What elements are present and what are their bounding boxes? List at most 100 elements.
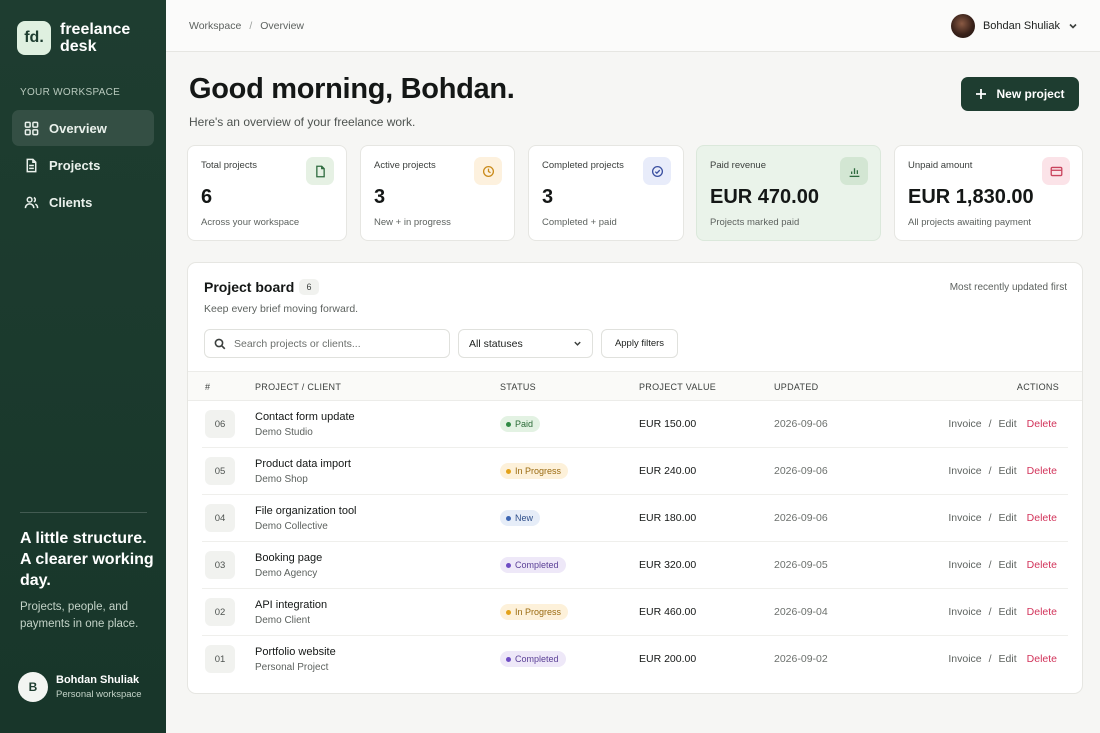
sidebar-user-subtitle: Personal workspace <box>56 689 142 700</box>
grid-icon <box>24 121 39 135</box>
status-dot <box>506 609 511 615</box>
invoice-link[interactable]: Invoice <box>948 465 981 477</box>
bar-chart-icon <box>849 167 859 177</box>
updated-date: 2026-09-06 <box>774 465 828 477</box>
user-menu[interactable]: Bohdan Shuliak <box>950 14 1078 38</box>
row-number: 02 <box>205 598 235 626</box>
apply-filters-button[interactable]: Apply filters <box>601 329 678 358</box>
status-dot <box>506 562 511 568</box>
user-name: Bohdan Shuliak <box>982 20 1060 32</box>
column-header-actions: ACTIONS <box>1016 382 1059 392</box>
status-dot <box>506 468 511 474</box>
status-badge: New <box>500 510 541 526</box>
delete-link[interactable]: Delete <box>1027 418 1057 430</box>
row-actions: Invoice / Edit Delete <box>948 465 1057 477</box>
delete-link[interactable]: Delete <box>1027 512 1057 524</box>
edit-link[interactable]: Edit <box>999 465 1017 477</box>
search-input[interactable] <box>234 337 434 350</box>
invoice-link[interactable]: Invoice <box>948 606 981 618</box>
new-project-label: New project <box>996 87 1065 101</box>
delete-link[interactable]: Delete <box>1027 606 1057 618</box>
delete-link[interactable]: Delete <box>1027 559 1057 571</box>
plus-icon <box>976 89 987 99</box>
action-separator: / <box>988 418 992 430</box>
table-row[interactable]: 06 Contact form update Demo Studio Paid EUR … <box>202 401 1068 448</box>
project-title[interactable]: API integration <box>255 599 327 611</box>
table-row[interactable]: 03 Booking page Demo Agency Completed EUR 32… <box>202 542 1068 589</box>
table-row[interactable]: 01 Portfolio website Personal Project Compl… <box>202 636 1068 683</box>
table-row[interactable]: 04 File organization tool Demo Collective N… <box>202 495 1068 542</box>
workspace-heading: YOUR WORKSPACE <box>20 87 121 98</box>
chevron-down-icon <box>1069 23 1077 29</box>
table-row[interactable]: 02 API integration Demo Client In Progress E… <box>202 589 1068 636</box>
project-title[interactable]: File organization tool <box>255 505 357 517</box>
brand-name: freelance desk <box>60 21 131 55</box>
sidebar-user[interactable]: B Bohdan Shuliak Personal workspace <box>18 672 142 702</box>
client-name: Demo Collective <box>255 521 328 532</box>
sidebar: fd. freelance desk YOUR WORKSPACE Overvi… <box>0 0 166 733</box>
stat-label: Unpaid amount <box>908 160 973 171</box>
edit-link[interactable]: Edit <box>999 559 1017 571</box>
status-dot <box>506 515 511 521</box>
breadcrumb-workspace[interactable]: Workspace <box>189 20 241 32</box>
breadcrumb-separator: / <box>249 20 253 32</box>
column-header-project: PROJECT / CLIENT <box>255 382 342 392</box>
stat-icon-badge <box>474 157 502 185</box>
project-value: EUR 240.00 <box>639 465 697 477</box>
stat-card-paid-revenue: Paid revenue EUR 470.00 Projects marked pa… <box>696 145 881 241</box>
stat-card-active-projects: Active projects 3 New + in progress <box>360 145 515 241</box>
delete-link[interactable]: Delete <box>1027 653 1057 665</box>
sidebar-item-overview[interactable]: Overview <box>12 110 154 146</box>
board-title: Project board <box>204 279 295 295</box>
breadcrumb-overview: Overview <box>260 20 305 32</box>
project-title[interactable]: Booking page <box>255 552 322 564</box>
sidebar-item-label: Projects <box>49 157 101 173</box>
action-separator: / <box>988 465 992 477</box>
card-icon <box>1050 166 1062 176</box>
brand[interactable]: fd. freelance desk <box>17 21 140 55</box>
project-title[interactable]: Contact form update <box>255 411 355 423</box>
sidebar-item-clients[interactable]: Clients <box>12 184 154 220</box>
edit-link[interactable]: Edit <box>999 653 1017 665</box>
stat-card-unpaid-amount: Unpaid amount EUR 1,830.00 All projects aw… <box>894 145 1083 241</box>
delete-link[interactable]: Delete <box>1027 465 1057 477</box>
sidebar-item-projects[interactable]: Projects <box>12 147 154 183</box>
project-value: EUR 320.00 <box>639 559 697 571</box>
table-header: # PROJECT / CLIENT STATUS PROJECT VALUE … <box>188 371 1082 401</box>
stat-label: Paid revenue <box>710 160 766 171</box>
project-title[interactable]: Product data import <box>255 458 351 470</box>
client-name: Demo Studio <box>255 427 313 438</box>
action-separator: / <box>988 559 992 571</box>
row-number: 03 <box>205 551 235 579</box>
project-board: Project board 6 Keep every brief moving … <box>187 262 1083 694</box>
status-select-value: All statuses <box>469 337 523 350</box>
edit-link[interactable]: Edit <box>999 418 1017 430</box>
updated-date: 2026-09-02 <box>774 653 828 665</box>
search-box[interactable] <box>204 329 450 358</box>
row-actions: Invoice / Edit Delete <box>948 606 1057 618</box>
search-icon <box>214 338 226 349</box>
stat-subtitle: New + in progress <box>374 217 451 228</box>
new-project-button[interactable]: New project <box>961 77 1079 111</box>
status-badge: In Progress <box>500 463 569 479</box>
edit-link[interactable]: Edit <box>999 606 1017 618</box>
status-label: New <box>515 513 534 523</box>
status-dot <box>506 421 511 427</box>
stat-label: Active projects <box>374 160 436 171</box>
check-circle-icon <box>651 165 663 177</box>
stat-subtitle: All projects awaiting payment <box>908 217 1032 228</box>
chevron-down-icon <box>574 341 581 346</box>
table-row[interactable]: 05 Product data import Demo Shop In Progres… <box>202 448 1068 495</box>
row-actions: Invoice / Edit Delete <box>948 418 1057 430</box>
board-count-badge: 6 <box>299 279 319 295</box>
project-title[interactable]: Portfolio website <box>255 646 336 658</box>
edit-link[interactable]: Edit <box>999 512 1017 524</box>
invoice-link[interactable]: Invoice <box>948 418 981 430</box>
stat-card-completed-projects: Completed projects 3 Completed + paid <box>528 145 684 241</box>
invoice-link[interactable]: Invoice <box>948 653 981 665</box>
sidebar-item-label: Overview <box>49 120 107 136</box>
status-select[interactable]: All statuses <box>458 329 593 358</box>
invoice-link[interactable]: Invoice <box>948 512 981 524</box>
row-number: 05 <box>205 457 235 485</box>
invoice-link[interactable]: Invoice <box>948 559 981 571</box>
